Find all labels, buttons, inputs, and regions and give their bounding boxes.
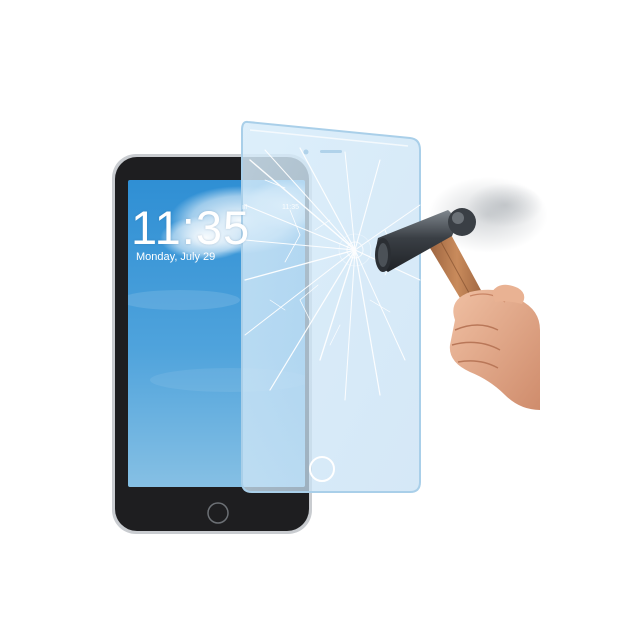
home-button xyxy=(207,502,229,524)
glass-protector xyxy=(241,120,421,493)
hand xyxy=(449,284,540,410)
status-bar-time: 11:35 xyxy=(282,204,299,211)
lock-screen-time: 11:35 xyxy=(131,201,251,254)
product-scene xyxy=(112,120,548,534)
lock-screen-date: Monday, July 29 xyxy=(136,251,216,263)
camera-cutout xyxy=(303,149,309,155)
thumb xyxy=(492,284,525,304)
earpiece-cutout xyxy=(320,150,342,153)
